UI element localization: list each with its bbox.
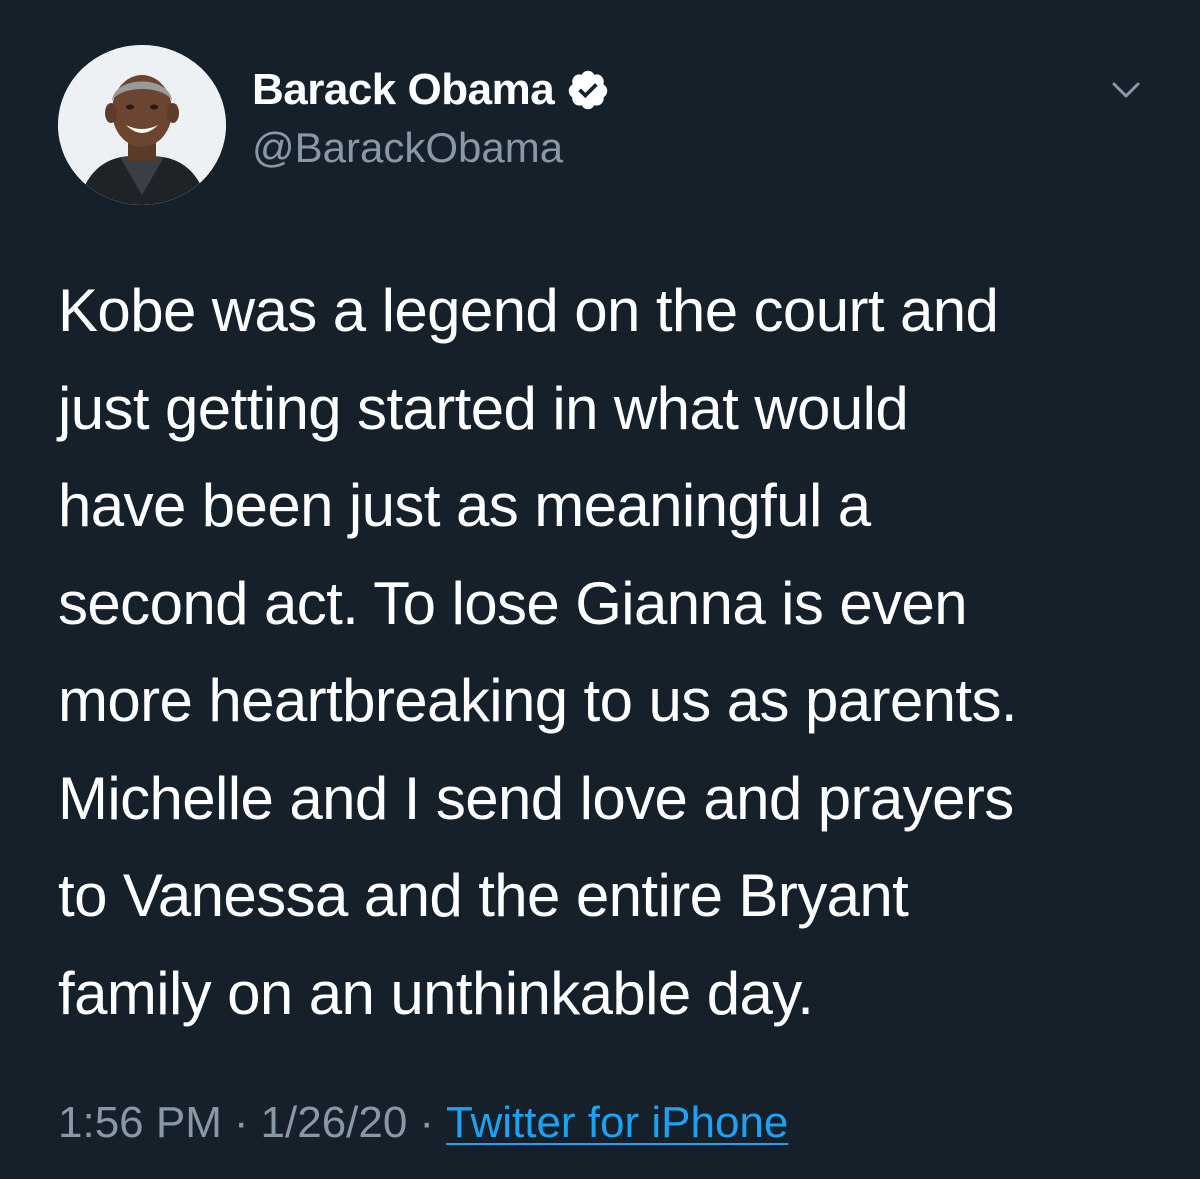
tweet-text-line: to Vanessa and the entire Bryant — [58, 862, 909, 929]
tweet-text: Kobe was a legend on the court and just … — [58, 262, 1178, 1042]
author-name-row: Barack Obama — [252, 64, 610, 116]
author-display-name[interactable]: Barack Obama — [252, 65, 555, 115]
avatar-photo — [58, 45, 226, 205]
tweet-text-line: family on an unthinkable day. — [58, 959, 814, 1027]
author-handle[interactable]: @BarackObama — [252, 124, 563, 172]
tweet-date[interactable]: 1/26/20 — [261, 1098, 408, 1147]
tweet-time[interactable]: 1:56 PM — [58, 1098, 222, 1147]
tweet-text-line: have been just as meaningful a — [58, 472, 871, 539]
tweet-card: Barack Obama @BarackObama Kobe was a leg… — [0, 0, 1200, 1179]
separator-dot: · — [233, 1098, 249, 1147]
separator-dot: · — [419, 1098, 434, 1147]
tweet-text-line: second act. To lose Gianna is even — [58, 569, 968, 637]
tweet-text-line: Michelle and I send love and prayers — [58, 764, 1014, 832]
tweet-text-line: Kobe was a legend on the court and — [58, 277, 999, 344]
verified-badge-icon — [566, 68, 610, 112]
chevron-down-icon[interactable] — [1106, 72, 1146, 108]
tweet-source-link[interactable]: Twitter for iPhone — [446, 1098, 788, 1147]
tweet-metadata: 1:56 PM · 1/26/20 · Twitter for iPhone — [58, 1098, 788, 1148]
tweet-text-line: just getting started in what would — [58, 374, 909, 442]
avatar[interactable] — [58, 45, 226, 205]
tweet-text-line: more heartbreaking to us as parents. — [58, 667, 1018, 734]
